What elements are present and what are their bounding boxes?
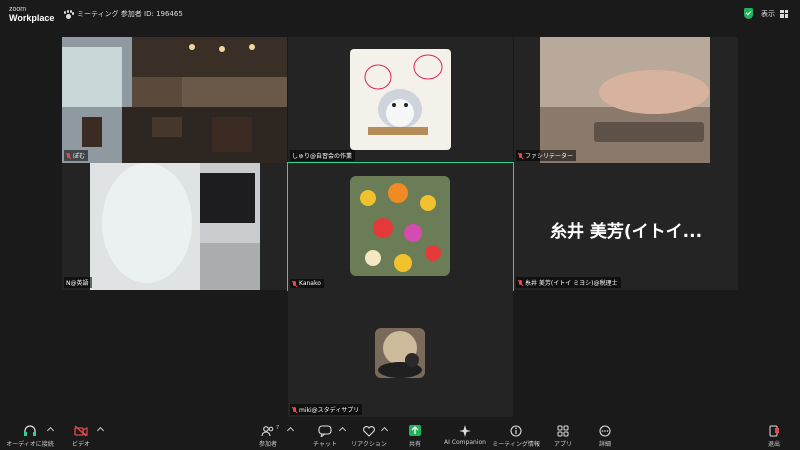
view-label: 表示 xyxy=(761,9,775,18)
participants-icon xyxy=(261,426,274,437)
mic-muted-icon xyxy=(518,279,523,286)
audio-label: オーディオに接続 xyxy=(6,441,54,448)
tile-name-label: miki@スタディサプリ xyxy=(290,404,363,415)
cafe-video-frame xyxy=(62,37,287,163)
participant-name: 糸井 美芳(イトイ ミヨシ)@税理士 xyxy=(525,280,618,287)
participant-name: miki@スタディサプリ xyxy=(299,407,360,414)
tile-name-label: 糸井 美芳(イトイ ミヨシ)@税理士 xyxy=(516,277,621,288)
meeting-info-button[interactable]: ミーティング情報 xyxy=(492,425,540,448)
keyboard-video-frame xyxy=(540,37,710,163)
ai-companion-label: AI Companion xyxy=(444,439,486,446)
mic-muted-icon xyxy=(292,280,297,287)
logo-line2: Workplace xyxy=(9,13,55,23)
participant-name: ファシリテーター xyxy=(525,153,574,160)
audio-button[interactable]: オーディオに接続 xyxy=(6,425,54,448)
apps-icon xyxy=(557,425,569,437)
participant-name: ぽむ xyxy=(73,153,86,160)
participants-count: 7 xyxy=(276,425,280,431)
grid-view-icon xyxy=(780,9,788,18)
video-tile-itoi[interactable]: 糸井 美芳(イトイ... 糸井 美芳(イトイ ミヨシ)@税理士 xyxy=(514,163,738,290)
participant-name: N@英語 xyxy=(66,280,89,287)
penguin-illustration xyxy=(350,49,451,150)
meeting-info-text: ミーティング 参加者 ID: 196465 xyxy=(77,10,183,18)
bottom-toolbar: オーディオに接続 ビデオ 7 参加者 チャット リアクション 共有 AI Com… xyxy=(0,420,800,450)
video-off-icon xyxy=(74,425,88,437)
headphones-icon xyxy=(24,425,36,436)
meeting-info[interactable]: ミーティング 参加者 ID: 196465 xyxy=(64,9,183,19)
tile-name-label: しゅり@自習会の作業 xyxy=(290,150,356,161)
ai-companion-button[interactable]: AI Companion xyxy=(443,425,487,446)
share-button[interactable]: 共有 xyxy=(393,425,437,448)
tile-name-label: ぽむ xyxy=(64,150,89,161)
paw-icon xyxy=(64,9,74,19)
mic-muted-icon xyxy=(66,152,71,159)
tile-name-label: ファシリテーター xyxy=(516,150,577,161)
participants-label: 参加者 xyxy=(258,441,277,448)
apps-label: アプリ xyxy=(553,441,572,448)
participant-display-name: 糸井 美芳(イトイ... xyxy=(549,222,703,242)
video-tile-kanako[interactable]: Kanako xyxy=(287,162,514,291)
flowers-avatar xyxy=(350,176,450,276)
video-tile-shuri[interactable]: しゅり@自習会の作業 xyxy=(288,37,513,163)
video-tile-miki[interactable]: miki@スタディサプリ xyxy=(288,290,513,417)
mic-muted-icon xyxy=(292,406,297,413)
tile-name-label: N@英語 xyxy=(64,277,92,288)
video-tile-n-english[interactable]: N@英語 xyxy=(62,163,287,290)
participant-name: しゅり@自習会の作業 xyxy=(292,153,353,160)
video-tile-facilitator[interactable]: ファシリテーター xyxy=(514,37,738,163)
participants-button[interactable]: 7 参加者 xyxy=(246,425,290,448)
heart-icon xyxy=(363,426,375,437)
more-button[interactable]: 詳細 xyxy=(583,425,627,448)
info-icon xyxy=(510,425,522,437)
bottle-video-frame xyxy=(90,163,260,290)
leave-button[interactable]: 退出 xyxy=(752,425,796,448)
share-icon xyxy=(409,425,421,436)
more-icon xyxy=(599,425,611,437)
video-button[interactable]: ビデオ xyxy=(59,425,103,448)
meeting-info-label: ミーティング情報 xyxy=(492,441,540,448)
zoom-logo: zoom Workplace xyxy=(9,6,55,23)
shield-icon[interactable] xyxy=(744,8,753,19)
more-label: 詳細 xyxy=(598,441,611,448)
video-label: ビデオ xyxy=(71,441,90,448)
leave-icon xyxy=(769,425,779,437)
leave-label: 退出 xyxy=(767,441,780,448)
apps-button[interactable]: アプリ xyxy=(541,425,585,448)
chat-icon xyxy=(318,425,332,437)
reactions-label: リアクション xyxy=(351,441,387,448)
chat-label: チャット xyxy=(313,441,337,448)
sparkle-icon xyxy=(459,425,471,437)
miki-avatar xyxy=(375,328,425,378)
participant-name: Kanako xyxy=(299,280,321,287)
video-tile-pomu[interactable]: ぽむ xyxy=(62,37,287,163)
share-label: 共有 xyxy=(408,441,421,448)
view-button[interactable]: 表示 xyxy=(761,9,788,19)
top-bar: zoom Workplace ミーティング 参加者 ID: 196465 表示 xyxy=(0,0,800,28)
tile-name-label: Kanako xyxy=(290,279,324,288)
mic-muted-icon xyxy=(518,152,523,159)
